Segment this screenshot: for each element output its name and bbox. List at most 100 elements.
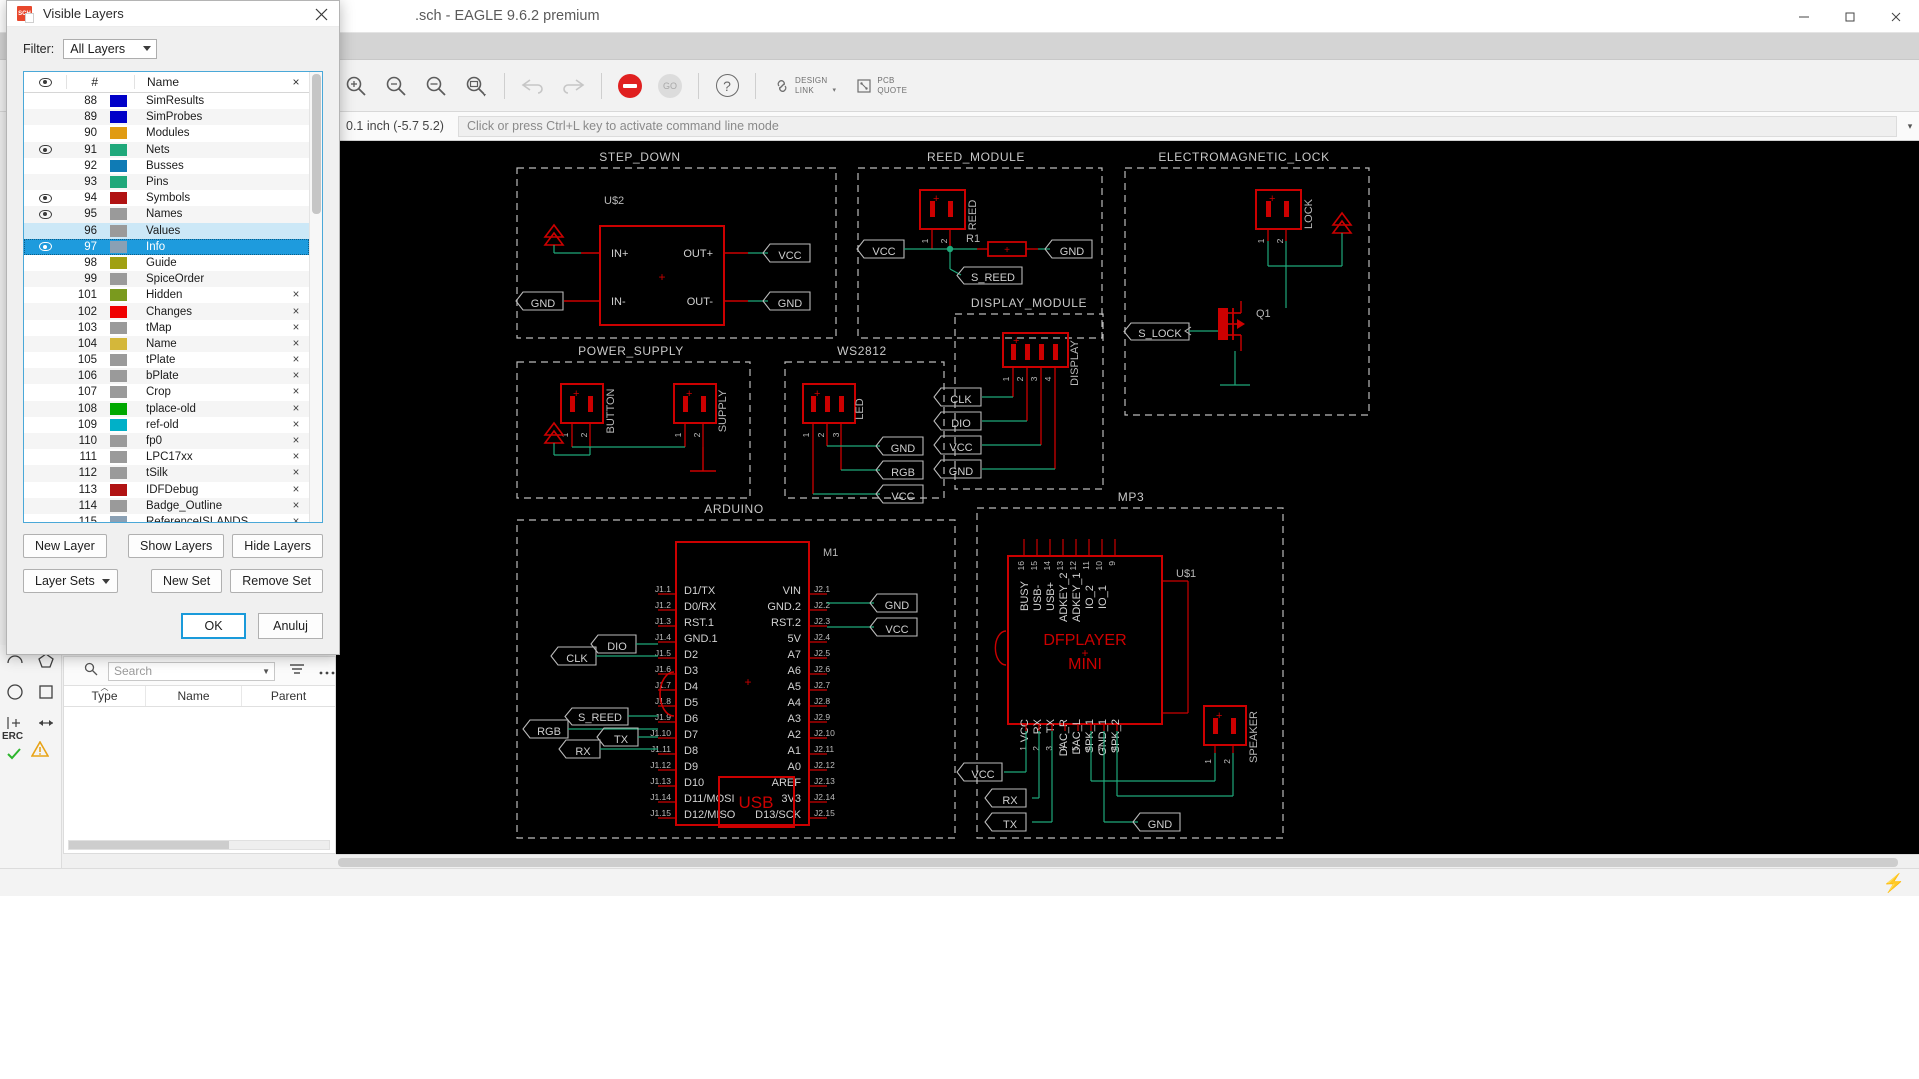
layer-color-swatch[interactable] — [102, 208, 134, 221]
dialog-close-button[interactable] — [303, 1, 339, 27]
layer-color-swatch[interactable] — [102, 224, 134, 237]
layers-scrollbar-thumb[interactable] — [312, 74, 321, 214]
pcb-quote-button[interactable]: PCB QUOTE — [856, 76, 907, 95]
circle-tool-icon[interactable] — [0, 676, 31, 707]
layer-row[interactable]: 112 tSilk × — [24, 465, 309, 482]
new-layer-button[interactable]: New Layer — [23, 534, 107, 558]
layer-row[interactable]: 108 tplace-old × — [24, 400, 309, 417]
list-view-icon[interactable] — [289, 662, 305, 680]
stop-button[interactable] — [613, 69, 647, 103]
column-name[interactable]: Name — [146, 686, 242, 706]
layer-row[interactable]: 96 Values — [24, 222, 309, 239]
zoom-select-icon[interactable] — [459, 69, 493, 103]
erc-label[interactable]: ERC — [2, 731, 23, 742]
redo-icon[interactable] — [556, 69, 590, 103]
layer-delete-button[interactable]: × — [283, 516, 309, 522]
layer-delete-button[interactable]: × — [283, 322, 309, 334]
command-history-caret-icon[interactable]: ▾ — [1901, 121, 1919, 132]
layer-visibility-toggle[interactable] — [24, 242, 66, 252]
layer-visibility-toggle[interactable] — [24, 193, 66, 203]
layer-color-swatch[interactable] — [102, 240, 134, 253]
header-number[interactable]: # — [66, 75, 102, 89]
layer-row[interactable]: 115 ReferenceISLANDS × — [24, 514, 309, 522]
new-set-button[interactable]: New Set — [150, 569, 223, 593]
layer-delete-button[interactable]: × — [283, 500, 309, 512]
layer-sets-button[interactable]: Layer Sets — [23, 569, 118, 593]
layer-delete-button[interactable]: × — [283, 289, 309, 301]
zoom-out-icon[interactable] — [379, 69, 413, 103]
layer-row[interactable]: 95 Names — [24, 206, 309, 223]
erc-check-icon[interactable] — [6, 747, 22, 766]
layer-color-swatch[interactable] — [102, 143, 134, 156]
layer-delete-button[interactable]: × — [283, 435, 309, 447]
layer-color-swatch[interactable] — [102, 467, 134, 480]
layer-color-swatch[interactable] — [102, 451, 134, 464]
layer-row[interactable]: 103 tMap × — [24, 320, 309, 336]
layer-row[interactable]: 99 SpiceOrder — [24, 271, 309, 288]
undo-icon[interactable] — [516, 69, 550, 103]
canvas-horizontal-scrollbar[interactable] — [336, 854, 1919, 868]
zoom-in-icon[interactable] — [339, 69, 373, 103]
layer-row[interactable]: 106 bPlate × — [24, 368, 309, 385]
layer-color-swatch[interactable] — [102, 515, 134, 522]
layer-row[interactable]: 98 Guide — [24, 255, 309, 271]
show-layers-button[interactable]: Show Layers — [128, 534, 225, 558]
layer-row[interactable]: 114 Badge_Outline × — [24, 497, 309, 514]
object-search-input[interactable]: Search ▼ — [108, 661, 275, 681]
more-options-icon[interactable] — [319, 663, 335, 680]
layer-row[interactable]: 107 Crop × — [24, 384, 309, 400]
layer-delete-button[interactable]: × — [283, 338, 309, 350]
layer-delete-button[interactable]: × — [283, 419, 309, 431]
header-name[interactable]: Name — [134, 75, 283, 89]
layer-visibility-toggle[interactable] — [24, 145, 66, 155]
layer-color-swatch[interactable] — [102, 370, 134, 383]
schematic-canvas[interactable]: STEP_DOWN U$2 IN+ OUT+ IN- OUT- + VCC GN… — [336, 141, 1919, 854]
layers-list-box[interactable]: # Name × 88 SimResults 89 SimProbes 90 Module… — [23, 71, 323, 523]
layer-row[interactable]: 90 Modules — [24, 125, 309, 141]
layer-color-swatch[interactable] — [102, 273, 134, 286]
help-button[interactable]: ? — [710, 69, 744, 103]
layer-delete-button[interactable]: × — [283, 386, 309, 398]
layer-row[interactable]: 111 LPC17xx × — [24, 449, 309, 465]
go-button[interactable]: GO — [653, 69, 687, 103]
layer-color-swatch[interactable] — [102, 402, 134, 415]
layer-color-swatch[interactable] — [102, 499, 134, 512]
layer-delete-button[interactable]: × — [283, 451, 309, 463]
filter-select[interactable]: All Layers — [63, 39, 158, 59]
layer-row[interactable]: 105 tPlate × — [24, 352, 309, 368]
layer-delete-button[interactable]: × — [283, 467, 309, 479]
layer-row[interactable]: 101 Hidden × — [24, 287, 309, 303]
rectangle-tool-icon[interactable] — [31, 676, 62, 707]
layer-delete-button[interactable]: × — [283, 306, 309, 318]
ok-button[interactable]: OK — [181, 613, 246, 639]
layer-delete-button[interactable]: × — [283, 370, 309, 382]
layer-row[interactable]: 97 Info — [24, 238, 309, 255]
header-delete-column[interactable]: × — [283, 75, 309, 89]
layer-row[interactable]: 113 IDFDebug × — [24, 482, 309, 498]
layer-color-swatch[interactable] — [102, 127, 134, 140]
warning-icon[interactable] — [30, 740, 50, 763]
column-parent[interactable]: Parent — [242, 686, 335, 706]
layer-color-swatch[interactable] — [102, 354, 134, 367]
layer-row[interactable]: 89 SimProbes — [24, 109, 309, 126]
scrollbar-thumb[interactable] — [338, 858, 1898, 867]
dimension-tool-icon[interactable] — [31, 707, 62, 738]
layer-color-swatch[interactable] — [102, 418, 134, 431]
layer-color-swatch[interactable] — [102, 289, 134, 302]
close-button[interactable] — [1873, 0, 1919, 33]
layer-row[interactable]: 109 ref-old × — [24, 417, 309, 433]
layer-color-swatch[interactable] — [102, 176, 134, 189]
layer-color-swatch[interactable] — [102, 111, 134, 124]
layer-color-swatch[interactable] — [102, 192, 134, 205]
zoom-fit-icon[interactable] — [419, 69, 453, 103]
layer-row[interactable]: 102 Changes × — [24, 303, 309, 320]
layer-color-swatch[interactable] — [102, 305, 134, 318]
layer-color-swatch[interactable] — [102, 435, 134, 448]
search-dropdown-caret-icon[interactable]: ▼ — [262, 667, 270, 676]
column-type[interactable]: ︿ Type — [64, 683, 146, 706]
layer-color-swatch[interactable] — [102, 95, 134, 108]
design-link-button[interactable]: DESIGN LINK ▾ — [774, 76, 836, 95]
object-panel-scrollbar[interactable] — [68, 840, 330, 850]
layer-row[interactable]: 91 Nets — [24, 141, 309, 158]
layer-row[interactable]: 92 Busses — [24, 158, 309, 174]
